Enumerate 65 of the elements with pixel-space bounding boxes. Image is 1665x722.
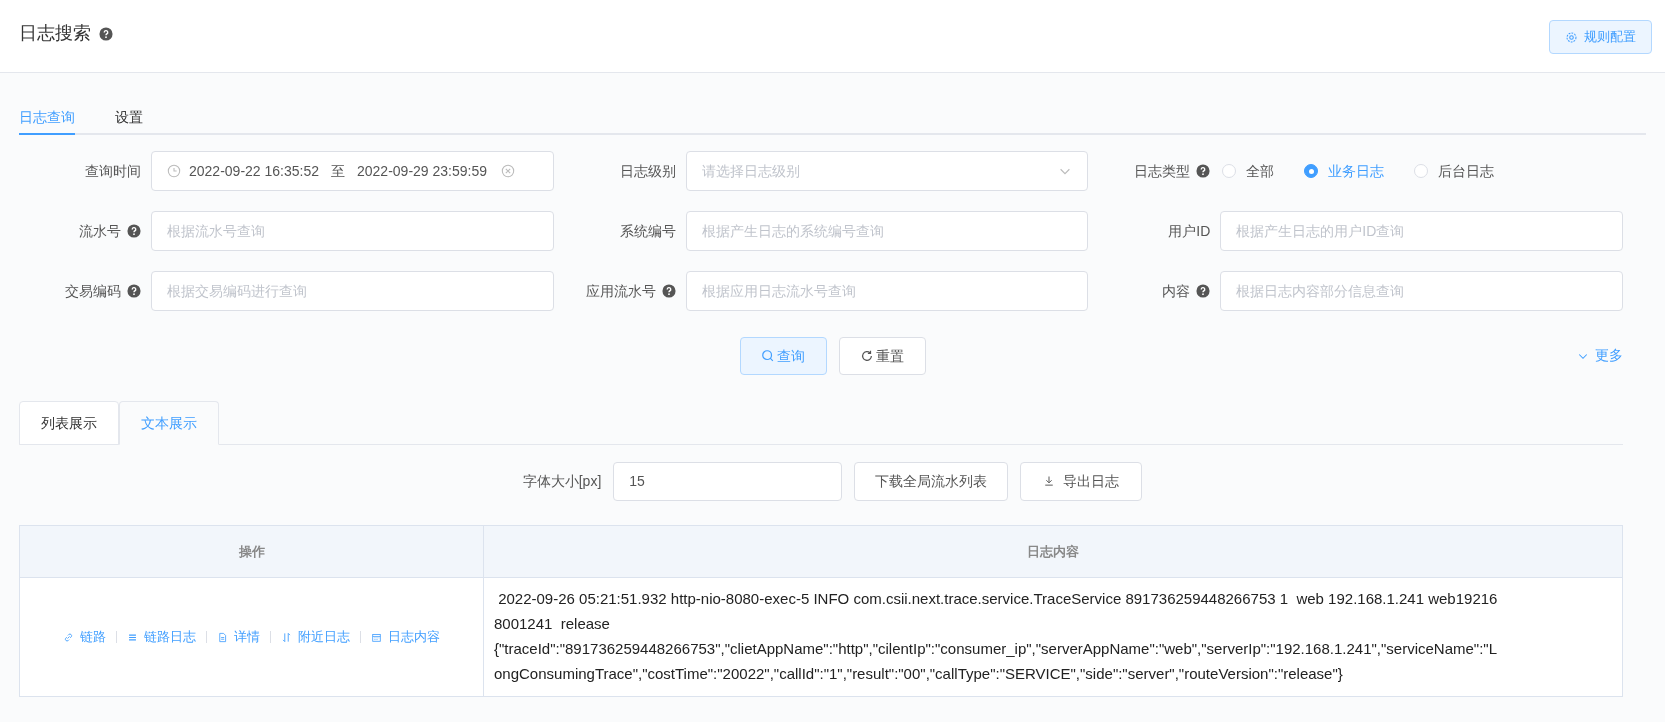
download-button[interactable]: 下载全局流水列表 [854, 461, 1009, 501]
document-icon [217, 631, 228, 643]
font-size-label: 字体大小[px] [522, 471, 602, 491]
radio-option[interactable]: 全部 [1222, 160, 1275, 182]
search-input[interactable]: 根据产生日志的用户ID查询 [1220, 211, 1623, 251]
field-label: 用户ID [1168, 221, 1211, 241]
clock-icon [167, 164, 181, 178]
log-line: {"traceId":"891736259448266753","clietAppName":"http","cilentIp":"consumer_ip","serverAppName":"web","serverIp":"192.168.1.241","serviceName":"L [494, 639, 1498, 659]
field-label: 系统编号 [619, 221, 676, 241]
column-header: 日志内容 [1026, 542, 1080, 561]
start-date: 2022-09-22 16:35:52 [189, 161, 319, 181]
select-placeholder: 请选择日志级别 [701, 161, 800, 181]
action-link[interactable]: 附近日志 [281, 627, 350, 647]
search-input[interactable]: 根据流水号查询 [151, 211, 554, 251]
help-icon [1196, 164, 1211, 178]
tab[interactable]: 设置 [115, 101, 143, 135]
view-tab[interactable]: 文本展示 [119, 401, 219, 445]
action-link[interactable]: 详情 [217, 627, 260, 647]
end-date: 2022-09-29 23:59:59 [357, 161, 487, 181]
field-label: 应用流水号 [585, 281, 656, 301]
action-link[interactable]: 链路 [63, 627, 106, 647]
log-line: 2022-09-26 05:21:51.932 http-nio-8080-exec-5 INFO com.csii.next.trace.service.TraceService 891736259448266753 1 web 192.168.1.241 web19216 [497, 589, 1499, 609]
font-size-input[interactable]: 15 [613, 461, 843, 501]
field-label: 内容 [1162, 281, 1191, 301]
download-icon [1043, 475, 1056, 487]
view-tab[interactable]: 列表展示 [19, 401, 119, 445]
search-icon [761, 349, 775, 363]
field-label: 日志类型 [1134, 161, 1191, 181]
action-link[interactable]: 链路日志 [127, 627, 196, 647]
gear-icon [1565, 30, 1578, 44]
range-separator: 至 [330, 161, 346, 181]
search-input[interactable]: 根据日志内容部分信息查询 [1220, 271, 1623, 311]
tab[interactable]: 日志查询 [19, 101, 75, 135]
rule-config-button[interactable]: 规则配置 [1549, 20, 1652, 54]
search-input[interactable]: 根据产生日志的系统编号查询 [685, 211, 1089, 251]
query-button[interactable]: 查询 [739, 337, 827, 375]
radio-option[interactable]: 后台日志 [1414, 160, 1495, 182]
more-link[interactable]: 更多 [1577, 345, 1623, 366]
help-icon [661, 284, 676, 298]
field-label: 流水号 [79, 221, 121, 241]
level-select[interactable]: 请选择日志级别 [685, 151, 1089, 191]
log-line: ongConsumingTrace","costTime":"20022","callId":"1","result":"00","callType":"SERVICE","side":"server","routeVersion":"release"} [494, 664, 1344, 684]
clear-icon [501, 164, 515, 178]
field-label: 交易编码 [65, 281, 121, 301]
link-icon [63, 631, 74, 643]
help-icon [1196, 284, 1211, 298]
log-line: 8001241 release [494, 614, 611, 634]
help-icon [127, 284, 141, 298]
refresh-icon [860, 349, 874, 363]
page-title: 日志搜索 [19, 22, 91, 45]
date-range-field[interactable]: 2022-09-22 16:35:52 至 2022-09-29 23:59:59 [151, 151, 554, 191]
field-label: 查询时间 [85, 161, 141, 181]
list-icon [127, 631, 138, 643]
help-icon [127, 224, 141, 238]
search-input[interactable]: 根据交易编码进行查询 [151, 271, 554, 311]
arrows-icon [281, 631, 292, 643]
export-button[interactable]: 导出日志 [1020, 461, 1143, 501]
reset-button[interactable]: 重置 [838, 337, 926, 375]
calendar-icon [371, 631, 382, 643]
action-link[interactable]: 日志内容 [371, 627, 440, 647]
column-header: 操作 [20, 526, 484, 577]
field-label: 日志级别 [619, 161, 676, 181]
radio-option[interactable]: 业务日志 [1304, 160, 1385, 182]
help-icon [99, 26, 113, 41]
search-input[interactable]: 根据应用日志流水号查询 [685, 271, 1089, 311]
